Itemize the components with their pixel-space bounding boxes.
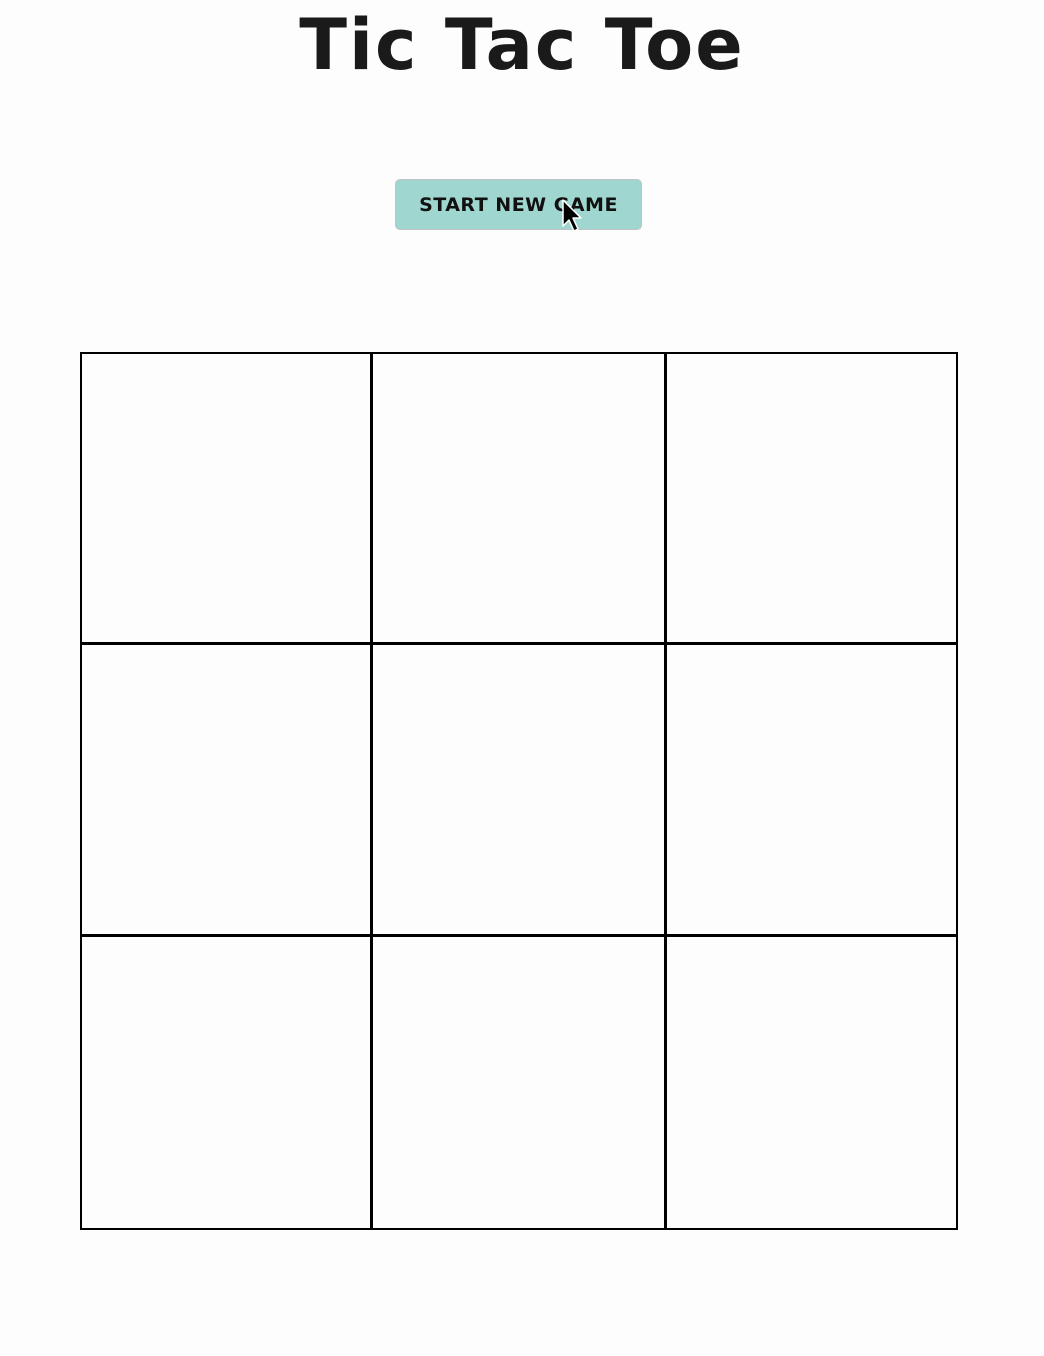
board-cell-2[interactable] bbox=[371, 352, 666, 644]
board-cell-7[interactable] bbox=[80, 935, 372, 1230]
board-cell-5[interactable] bbox=[371, 643, 666, 936]
board-cell-3[interactable] bbox=[665, 352, 958, 644]
board-cell-4[interactable] bbox=[80, 643, 372, 936]
start-new-game-button[interactable]: START NEW GAME bbox=[395, 179, 642, 230]
board-cell-6[interactable] bbox=[665, 643, 958, 936]
page-title: Tic Tac Toe bbox=[299, 4, 745, 86]
game-board bbox=[80, 352, 958, 1230]
board-cell-8[interactable] bbox=[371, 935, 666, 1230]
mouse-cursor-icon bbox=[562, 199, 582, 232]
board-cell-1[interactable] bbox=[80, 352, 372, 644]
board-cell-9[interactable] bbox=[665, 935, 958, 1230]
